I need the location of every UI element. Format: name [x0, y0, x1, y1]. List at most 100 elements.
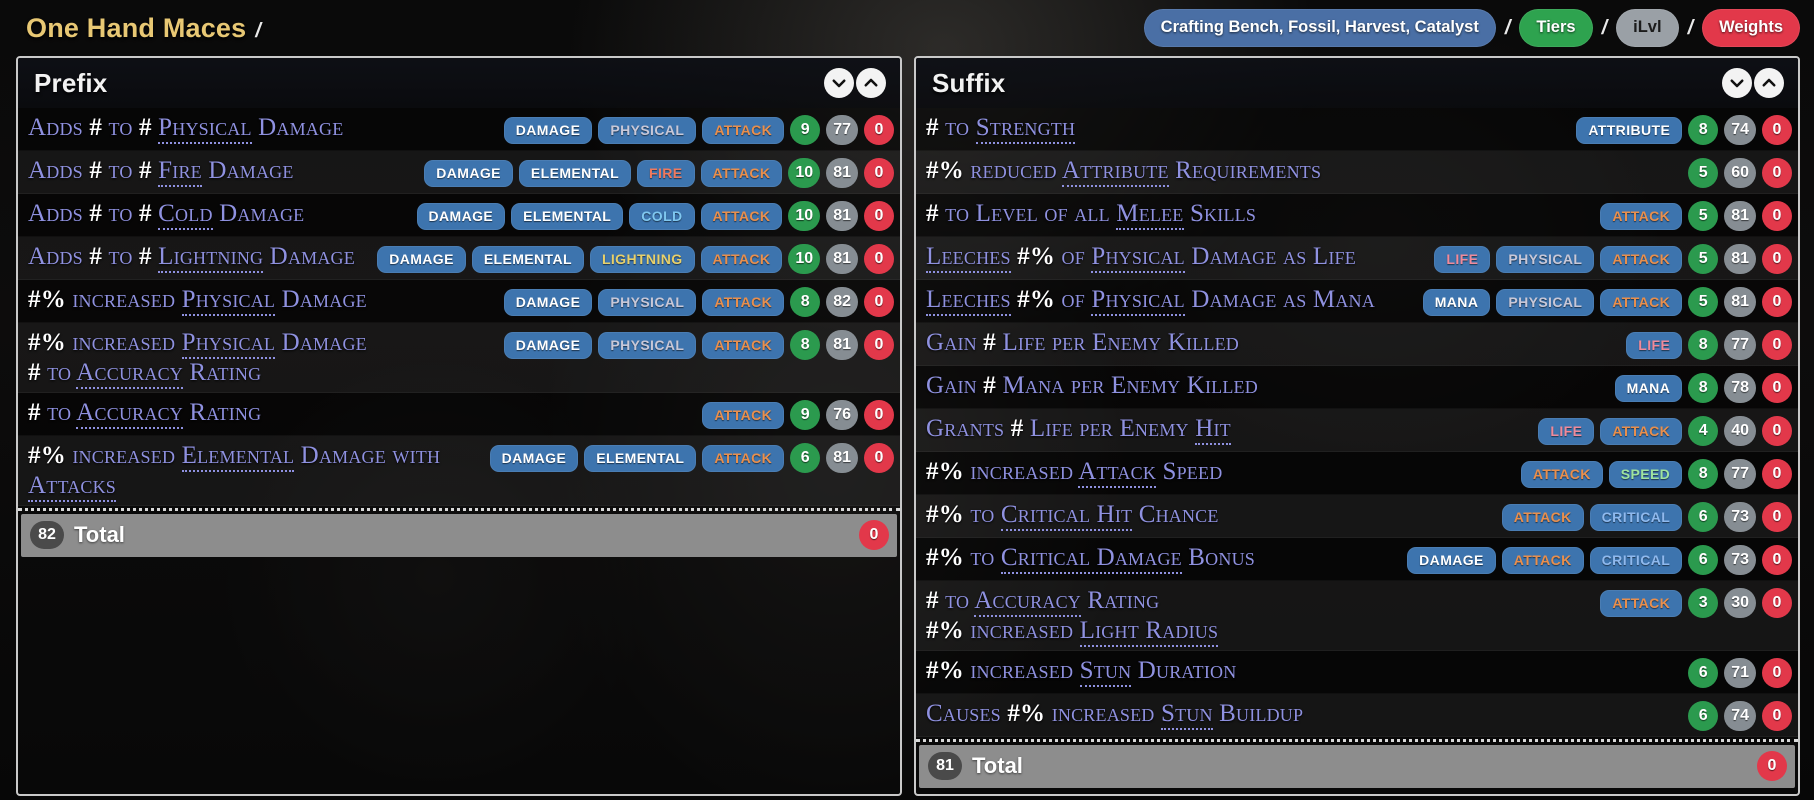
tag-pill-elemental[interactable]: ELEMENTAL [471, 245, 584, 273]
modifier-row[interactable]: # to Accuracy Rating ATTACK 9 76 0 [18, 393, 900, 436]
modifier-keyword[interactable]: Accuracy [76, 399, 183, 429]
modifier-row[interactable]: #% increased Stun Duration 6 71 0 [916, 651, 1798, 694]
ilvl-badge[interactable]: 40 [1724, 416, 1756, 446]
modifier-row[interactable]: #% increased Elemental Damage with Attac… [18, 436, 900, 506]
tier-badge[interactable]: 8 [790, 287, 821, 317]
modifier-row[interactable]: #% reduced Attribute Requirements 5 60 0 [916, 151, 1798, 194]
weight-badge[interactable]: 0 [864, 287, 894, 317]
modifier-keyword[interactable]: Physical [181, 329, 276, 359]
weight-badge[interactable]: 0 [864, 244, 894, 274]
ilvl-badge[interactable]: 74 [1724, 701, 1756, 731]
modifier-keyword[interactable]: Stun [1160, 700, 1213, 730]
tier-badge[interactable]: 8 [1688, 330, 1719, 360]
tag-pill-attack[interactable]: ATTACK [700, 202, 783, 230]
tag-pill-life[interactable]: LIFE [1626, 331, 1683, 359]
ilvl-badge[interactable]: 81 [1724, 201, 1756, 231]
ilvl-badge[interactable]: 73 [1724, 502, 1756, 532]
tag-pill-cold[interactable]: COLD [629, 202, 695, 230]
tag-pill-attack[interactable]: ATTACK [1501, 503, 1584, 531]
tag-pill-attack[interactable]: ATTACK [702, 288, 785, 316]
ilvl-badge[interactable]: 71 [1724, 658, 1756, 688]
modifier-keyword[interactable]: Attack [1078, 458, 1157, 488]
modifier-row[interactable]: #% to Critical Hit Chance ATTACK CRITICAL 6… [916, 495, 1798, 538]
weight-badge[interactable]: 0 [864, 115, 894, 145]
ilvl-badge[interactable]: 81 [826, 443, 858, 473]
weight-badge[interactable]: 0 [1762, 459, 1792, 489]
ilvl-badge[interactable]: 81 [826, 244, 858, 274]
weight-badge[interactable]: 0 [1762, 416, 1792, 446]
modifier-keyword[interactable]: Physical [1091, 286, 1185, 316]
modifier-row[interactable]: Adds # to # Fire Damage DAMAGE ELEMENTAL FI… [18, 151, 900, 194]
modifier-keyword[interactable]: Stun [1079, 657, 1132, 687]
tier-badge[interactable]: 8 [1688, 373, 1719, 403]
modifier-keyword[interactable]: Fire [158, 157, 202, 187]
modifier-row[interactable]: #% increased Attack Speed ATTACK SPEED 8 77 0 [916, 452, 1798, 495]
tier-badge[interactable]: 10 [788, 201, 821, 231]
tag-pill-attribute[interactable]: ATTRIBUTE [1576, 116, 1683, 144]
tag-pill-speed[interactable]: SPEED [1608, 460, 1683, 488]
ilvl-badge[interactable]: 82 [826, 287, 858, 317]
tier-badge[interactable]: 9 [790, 400, 821, 430]
modifier-keyword[interactable]: Accuracy [76, 358, 183, 389]
tag-pill-physical[interactable]: PHYSICAL [598, 116, 697, 144]
tier-badge[interactable]: 8 [1688, 459, 1719, 489]
nav-pill-ilvl[interactable]: iLvl [1616, 9, 1679, 47]
modifier-keyword[interactable]: Lightning [158, 243, 264, 273]
modifier-row[interactable]: Adds # to # Physical Damage DAMAGE PHYSICA… [18, 108, 900, 151]
modifier-row[interactable]: # to Level of all Melee Skills ATTACK 5 81 0 [916, 194, 1798, 237]
modifier-keyword[interactable]: Hit [1195, 415, 1231, 445]
tag-pill-damage[interactable]: DAMAGE [503, 288, 593, 316]
weight-badge[interactable]: 0 [1762, 588, 1792, 618]
tag-pill-mana[interactable]: MANA [1422, 288, 1491, 316]
nav-pill-weights[interactable]: Weights [1702, 9, 1800, 47]
modifier-keyword[interactable]: Light Radius [1079, 616, 1219, 647]
tier-badge[interactable]: 6 [1688, 701, 1719, 731]
modifier-keyword[interactable]: Leeches [926, 243, 1011, 273]
modifier-keyword[interactable]: Critical Damage [1000, 544, 1182, 574]
weight-badge[interactable]: 0 [1762, 330, 1792, 360]
tag-pill-damage[interactable]: DAMAGE [424, 159, 513, 187]
modifier-keyword[interactable]: Strength [975, 114, 1076, 144]
tag-pill-damage[interactable]: DAMAGE [416, 202, 506, 230]
ilvl-badge[interactable]: 81 [1724, 287, 1756, 317]
tier-badge[interactable]: 5 [1688, 158, 1719, 188]
tag-pill-damage[interactable]: DAMAGE [377, 245, 466, 273]
modifier-row[interactable]: # to Accuracy Rating #% increased Light R… [916, 581, 1798, 651]
tag-pill-physical[interactable]: PHYSICAL [598, 331, 697, 359]
weight-badge[interactable]: 0 [1762, 658, 1792, 688]
tag-pill-life[interactable]: LIFE [1434, 245, 1491, 273]
tier-badge[interactable]: 8 [1688, 115, 1719, 145]
tag-pill-attack[interactable]: ATTACK [702, 444, 785, 472]
tag-pill-elemental[interactable]: ELEMENTAL [584, 444, 697, 472]
tag-pill-attack[interactable]: ATTACK [1520, 460, 1603, 488]
modifier-row[interactable]: Gain # Mana per Enemy Killed MANA 8 78 0 [916, 366, 1798, 409]
modifier-row[interactable]: #% to Critical Damage Bonus DAMAGE ATTACK C… [916, 538, 1798, 581]
weight-badge[interactable]: 0 [1762, 545, 1792, 575]
tag-pill-attack[interactable]: ATTACK [702, 116, 785, 144]
weight-badge[interactable]: 0 [1762, 115, 1792, 145]
chevron-down-icon[interactable] [1722, 68, 1752, 98]
weight-badge[interactable]: 0 [1762, 201, 1792, 231]
weight-badge[interactable]: 0 [864, 400, 894, 430]
modifier-keyword[interactable]: Cold [158, 200, 213, 230]
modifier-row[interactable]: Adds # to # Cold Damage DAMAGE ELEMENTAL CO… [18, 194, 900, 237]
tag-pill-attack[interactable]: ATTACK [702, 401, 785, 429]
ilvl-badge[interactable]: 81 [1724, 244, 1756, 274]
tag-pill-attack[interactable]: ATTACK [1600, 589, 1683, 617]
modifier-row[interactable]: Adds # to # Lightning Damage DAMAGE ELEMEN… [18, 237, 900, 280]
tag-pill-attack[interactable]: ATTACK [700, 159, 783, 187]
ilvl-badge[interactable]: 30 [1724, 588, 1756, 618]
modifier-row[interactable]: Gain # Life per Enemy Killed LIFE 8 77 0 [916, 323, 1798, 366]
tag-pill-physical[interactable]: PHYSICAL [1496, 245, 1595, 273]
tier-badge[interactable]: 4 [1688, 416, 1719, 446]
ilvl-badge[interactable]: 77 [826, 115, 858, 145]
weight-badge[interactable]: 0 [864, 330, 894, 360]
tag-pill-critical[interactable]: CRITICAL [1589, 546, 1683, 574]
tag-pill-mana[interactable]: MANA [1614, 374, 1683, 402]
chevron-down-icon[interactable] [824, 68, 854, 98]
tag-pill-attack[interactable]: ATTACK [702, 331, 785, 359]
weight-badge[interactable]: 0 [864, 443, 894, 473]
tier-badge[interactable]: 5 [1688, 244, 1719, 274]
modifier-row[interactable]: Leeches #% of Physical Damage as Life LIF… [916, 237, 1798, 280]
tag-pill-damage[interactable]: DAMAGE [1407, 546, 1496, 574]
